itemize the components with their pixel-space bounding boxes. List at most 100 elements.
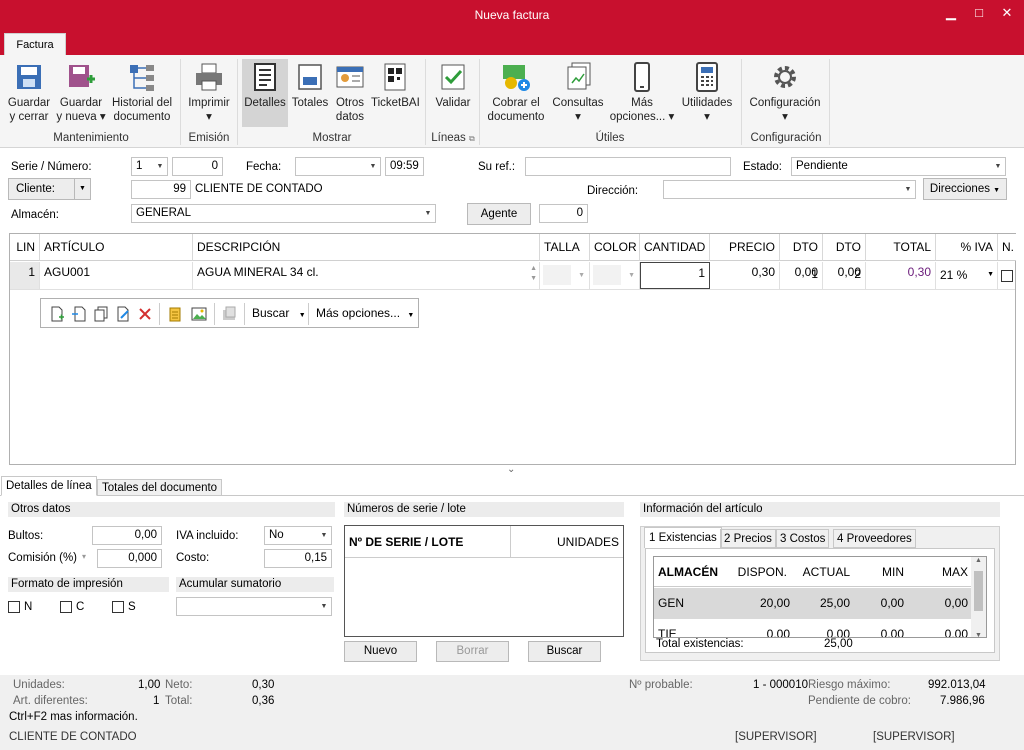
notes-icon[interactable]	[167, 306, 183, 322]
column-header[interactable]: N.	[998, 234, 1016, 261]
buscar-button[interactable]: Buscar	[528, 641, 601, 662]
image-icon[interactable]	[191, 306, 207, 322]
comision-dropdown-icon[interactable]: ▾	[82, 552, 86, 561]
column-header[interactable]: CANTIDAD	[640, 234, 710, 261]
column-header[interactable]: LIN	[10, 234, 40, 261]
copy-line-icon[interactable]	[93, 306, 109, 322]
agente-input[interactable]: 0	[539, 204, 588, 223]
fecha-input[interactable]: ▼	[295, 157, 381, 176]
cell-dto1[interactable]: 0,00	[780, 262, 823, 289]
table-row[interactable]: TIE 0,00 0,00 0,00 0,00	[654, 619, 972, 637]
save-close-button[interactable]: Guardar y cerrar	[4, 61, 54, 124]
column-header[interactable]: UNIDADES	[511, 526, 623, 558]
scrollbar[interactable]: ▲ ▼	[971, 557, 986, 637]
edit-line-icon[interactable]	[115, 306, 131, 322]
splitter-chevron-icon[interactable]: ⌄	[507, 464, 515, 475]
tab-costos[interactable]: 3 Costos	[776, 529, 830, 548]
suref-input[interactable]	[525, 157, 731, 176]
column-header[interactable]: MAX	[942, 557, 968, 587]
new-line-icon[interactable]	[49, 306, 65, 322]
bultos-input[interactable]: 0,00	[92, 526, 162, 545]
close-button[interactable]: ✕	[996, 4, 1018, 24]
save-new-button[interactable]: Guardar y nueva ▾	[56, 61, 106, 124]
comision-input[interactable]: 0,000	[97, 549, 162, 568]
numero-input[interactable]: 0	[172, 157, 223, 176]
acumular-title: Acumular sumatorio	[176, 577, 334, 592]
column-header[interactable]: MIN	[882, 557, 904, 587]
buscar-dropdown[interactable]: Buscar ▼	[252, 306, 306, 320]
column-header[interactable]: DTO 2	[823, 234, 866, 281]
nuevo-button[interactable]: Nuevo	[344, 641, 417, 662]
maximize-button[interactable]: □	[968, 4, 990, 24]
column-header[interactable]: PRECIO	[710, 234, 780, 261]
separator	[308, 303, 309, 325]
check-c[interactable]	[60, 601, 72, 613]
cliente-button[interactable]: Cliente: ▼	[8, 178, 91, 200]
direcciones-button[interactable]: Direcciones ▼	[923, 178, 1007, 200]
cell-precio[interactable]: 0,30	[710, 262, 780, 289]
collect-button[interactable]: Cobrar el documento	[484, 61, 548, 124]
column-header[interactable]: DISPON.	[738, 557, 787, 587]
borrar-button[interactable]: Borrar	[436, 641, 509, 662]
tab-existencias[interactable]: 1 Existencias	[644, 527, 722, 548]
print-button[interactable]: Imprimir ▾	[185, 61, 233, 124]
column-header[interactable]: ALMACÉN	[658, 557, 718, 587]
cell-cantidad[interactable]: 1	[640, 262, 710, 289]
cliente-codigo-input[interactable]: 99	[131, 180, 191, 199]
coste-input[interactable]: 0,15	[264, 549, 332, 568]
other-data-button[interactable]: Otros datos	[331, 61, 369, 124]
tab-detalles-linea[interactable]: Detalles de línea	[1, 476, 97, 496]
totals-button[interactable]: Totales	[291, 61, 329, 110]
column-header[interactable]: ACTUAL	[803, 557, 850, 587]
scroll-down-icon[interactable]: ▼	[971, 632, 986, 637]
serie-select[interactable]: 1 ▼	[131, 157, 168, 176]
estado-select[interactable]: Pendiente ▼	[791, 157, 1006, 176]
cell-dto2[interactable]: 0,00	[823, 262, 866, 289]
minimize-button[interactable]: ▁	[940, 4, 962, 24]
ticketbai-button[interactable]: TicketBAI	[371, 61, 420, 110]
history-button[interactable]: Historial del documento	[108, 61, 176, 124]
scroll-up-icon[interactable]: ▲	[971, 557, 986, 564]
tab-totales-documento[interactable]: Totales del documento	[97, 479, 223, 496]
table-row[interactable]: 1 AGU001 AGUA MINERAL 34 cl. ▲ ▼ ▼ ▼ 1 0,3…	[10, 262, 1015, 290]
queries-button[interactable]: Consultas ▾	[550, 61, 606, 124]
column-header[interactable]: Nº DE SERIE / LOTE	[345, 526, 511, 558]
tab-proveedores[interactable]: 4 Proveedores	[833, 529, 916, 548]
delete-icon[interactable]	[137, 306, 153, 322]
check-s[interactable]	[112, 601, 124, 613]
agente-button[interactable]: Agente	[467, 203, 531, 225]
tab-precios[interactable]: 2 Precios	[720, 529, 776, 548]
insert-line-icon[interactable]	[71, 306, 87, 322]
direccion-select[interactable]: ▼	[663, 180, 916, 199]
column-header[interactable]: % IVA	[936, 234, 998, 261]
more-options-button[interactable]: Más opciones... ▾	[608, 61, 676, 124]
scroll-thumb[interactable]	[974, 571, 983, 611]
cell-descripcion[interactable]: AGUA MINERAL 34 cl. ▲ ▼	[193, 262, 540, 289]
scroll-arrows-icon[interactable]: ▲ ▼	[530, 264, 537, 284]
validate-button[interactable]: Validar	[430, 61, 476, 110]
column-header[interactable]: ARTÍCULO	[40, 234, 193, 261]
details-button[interactable]: Detalles	[242, 59, 288, 127]
cell-color[interactable]: ▼	[590, 262, 640, 289]
column-header[interactable]: TALLA	[540, 234, 590, 261]
column-header[interactable]: DESCRIPCIÓN	[193, 234, 540, 261]
row-checkbox[interactable]	[1001, 270, 1013, 282]
settings-button[interactable]: Configuración ▾	[746, 61, 824, 124]
dialog-launcher-icon[interactable]: ⧉	[469, 134, 475, 143]
chevron-down-icon: ▼	[987, 271, 994, 278]
cell-articulo[interactable]: AGU001	[40, 262, 193, 289]
iva-incluido-select[interactable]: No ▼	[264, 526, 332, 545]
acumular-select[interactable]: ▼	[176, 597, 332, 616]
hora-input[interactable]: 09:59	[385, 157, 424, 176]
more-options-dropdown[interactable]: Más opciones... ▼	[316, 306, 414, 320]
column-header[interactable]: COLOR	[590, 234, 640, 261]
tab-factura[interactable]: Factura	[4, 33, 66, 55]
almacen-select[interactable]: GENERAL ▼	[131, 204, 436, 223]
column-header[interactable]: TOTAL	[866, 234, 936, 261]
cell-talla[interactable]: ▼	[540, 262, 590, 289]
table-row[interactable]: GEN 20,00 25,00 0,00 0,00	[654, 588, 972, 619]
utilities-button[interactable]: Utilidades ▾	[678, 61, 736, 124]
cell-iva[interactable]: 21 % ▼	[936, 262, 998, 289]
check-n[interactable]	[8, 601, 20, 613]
column-header[interactable]: DTO 1	[780, 234, 823, 281]
